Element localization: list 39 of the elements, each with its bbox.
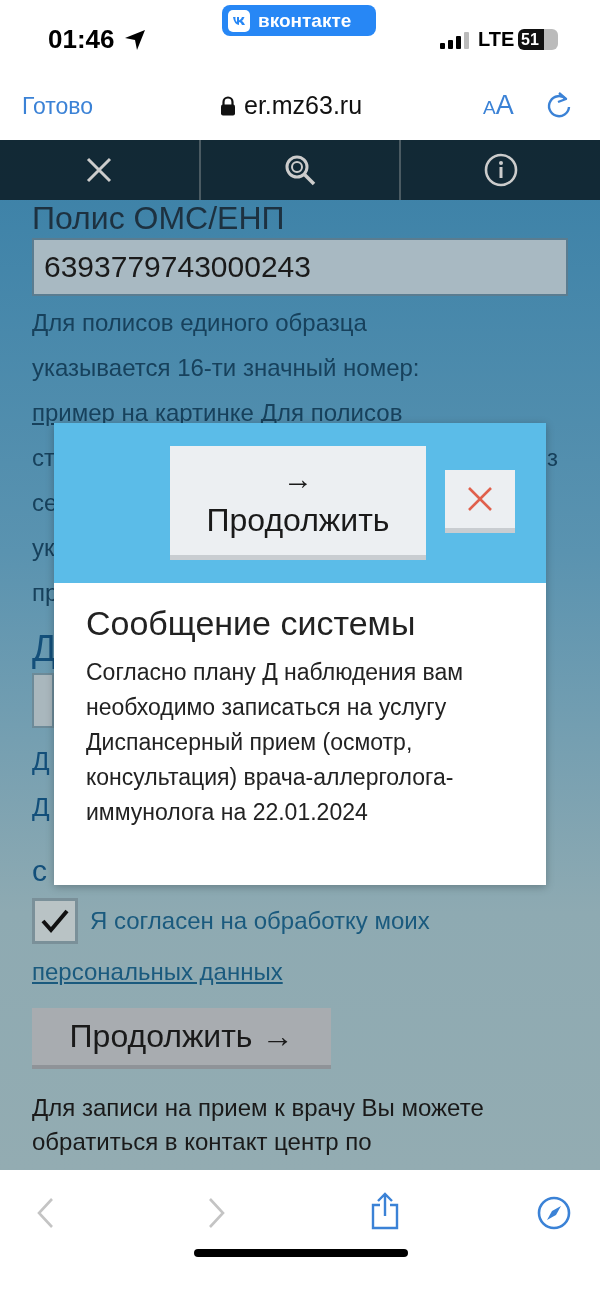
status-time: 01:46: [48, 24, 115, 55]
personal-data-link[interactable]: персональных данных: [32, 952, 283, 992]
info-icon[interactable]: [483, 153, 518, 187]
dialog-title: Сообщение системы: [86, 603, 417, 644]
hint-text: ст: [32, 443, 55, 472]
app-badge[interactable]: вконтакте: [222, 5, 376, 36]
signal-icon: [440, 32, 470, 49]
share-icon[interactable]: [370, 1192, 400, 1230]
battery-indicator: 51: [518, 29, 558, 50]
consent-checkbox[interactable]: [32, 898, 78, 944]
checkmark-icon: [40, 908, 70, 934]
reload-icon[interactable]: [545, 90, 573, 120]
text-size-button[interactable]: AA: [483, 90, 514, 121]
continue-button[interactable]: → Продолжить: [170, 446, 426, 560]
hint-text: указывается 16-ти значный номер:: [32, 353, 420, 382]
dialog-message: Согласно плану Д наблюдения вам необходимо записаться на услугу Диспансерный прием (осмотр, консультация) врача-аллерголога-иммунолога на 22.01.2024: [86, 658, 465, 827]
close-button[interactable]: [445, 470, 515, 533]
hint-text: ук: [32, 533, 55, 562]
done-button[interactable]: Готово: [22, 93, 94, 120]
consent-text: Я согласен на обработку моих: [90, 907, 430, 935]
example-link[interactable]: пример на картинке: [32, 398, 254, 427]
select-field[interactable]: [32, 673, 54, 728]
close-icon: [467, 486, 493, 512]
section-heading: с: [32, 853, 47, 889]
vk-logo-icon: [228, 9, 250, 32]
location-arrow-icon: [124, 29, 146, 51]
field-label: Полис ОМС/ЕНП: [32, 200, 285, 236]
policy-number-field[interactable]: 6393779743000243: [32, 238, 568, 296]
contact-text: Для записи на прием к врачу Вы можете обратиться в контакт центр по: [32, 1093, 485, 1157]
lock-icon: [220, 95, 236, 116]
search-icon[interactable]: [283, 153, 317, 187]
continue-button[interactable]: Продолжить →: [32, 1008, 331, 1069]
note-text: Д: [32, 791, 50, 824]
hint-text: Для полисов единого образца: [32, 308, 367, 337]
note-text: Д: [32, 745, 50, 778]
hint-text: з: [547, 443, 558, 472]
compass-icon[interactable]: [537, 1196, 571, 1230]
network-label: LTE: [478, 28, 515, 51]
url-address[interactable]: er.mz63.ru: [244, 91, 363, 120]
